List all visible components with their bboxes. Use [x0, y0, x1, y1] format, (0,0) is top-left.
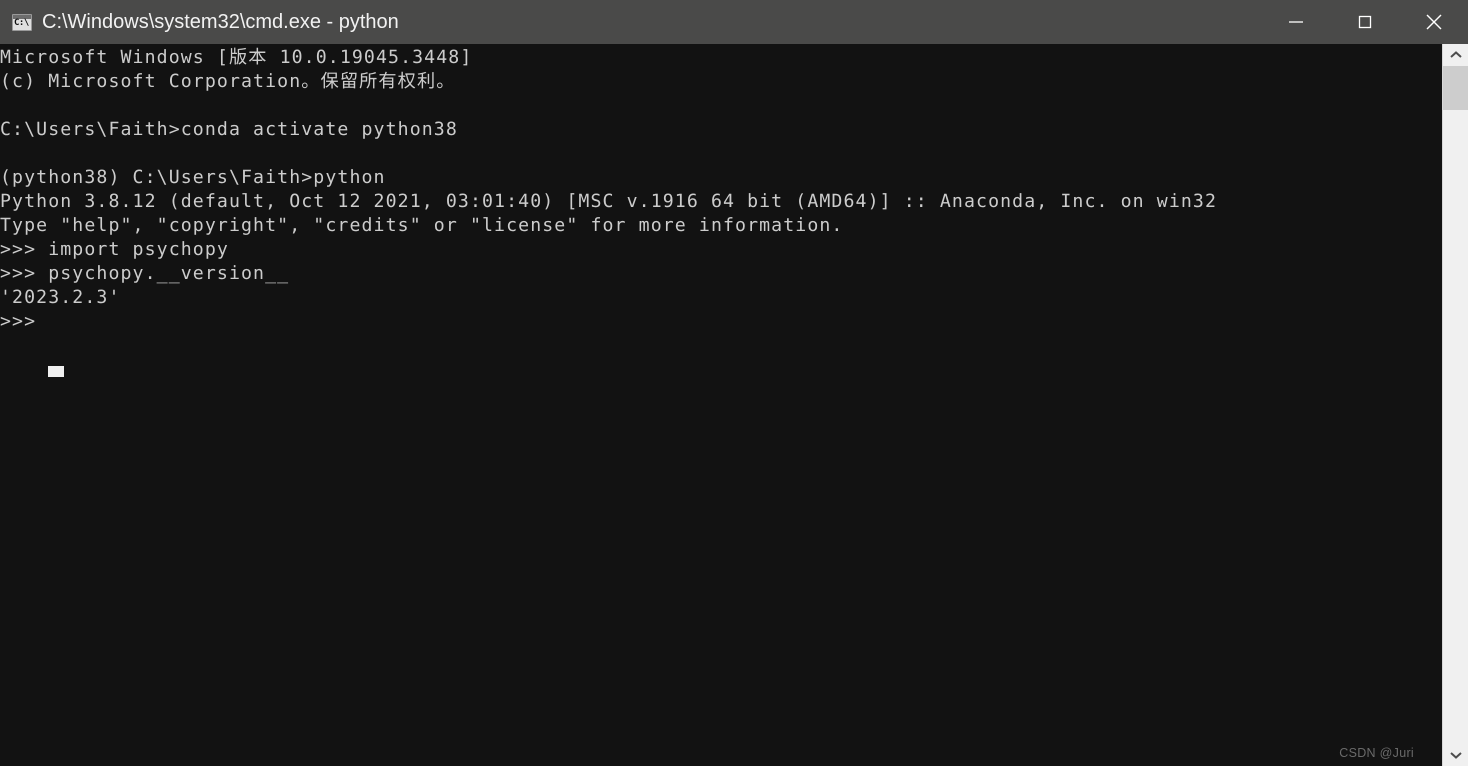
minimize-button[interactable] — [1261, 0, 1330, 44]
minimize-icon — [1288, 21, 1303, 23]
chevron-up-icon — [1449, 51, 1462, 58]
text-cursor — [48, 366, 64, 377]
cmd-icon-text: C:\ — [14, 17, 29, 28]
close-icon — [1426, 14, 1441, 30]
title-bar[interactable]: C:\ C:\Windows\system32\cmd.exe - python — [0, 0, 1468, 44]
chevron-down-icon — [1449, 752, 1462, 759]
scroll-up-button[interactable] — [1443, 44, 1468, 66]
maximize-button[interactable] — [1330, 0, 1399, 44]
cmd-window: C:\ C:\Windows\system32\cmd.exe - python — [0, 0, 1468, 766]
close-button[interactable] — [1399, 0, 1468, 44]
window-title: C:\Windows\system32\cmd.exe - python — [42, 11, 399, 33]
scroll-down-button[interactable] — [1443, 744, 1468, 766]
watermark-label: CSDN @Juri — [1339, 746, 1414, 760]
window-controls — [1261, 0, 1468, 44]
vertical-scrollbar[interactable] — [1442, 44, 1468, 766]
scrollbar-thumb[interactable] — [1443, 66, 1468, 110]
scrollbar-track[interactable] — [1443, 66, 1468, 744]
terminal-output: Microsoft Windows [版本 10.0.19045.3448] (… — [0, 47, 1218, 332]
cmd-console-icon: C:\ — [12, 13, 32, 31]
console-area[interactable]: Microsoft Windows [版本 10.0.19045.3448] (… — [0, 44, 1468, 766]
maximize-icon — [1358, 15, 1371, 29]
console-output-region[interactable]: Microsoft Windows [版本 10.0.19045.3448] (… — [0, 44, 1442, 766]
